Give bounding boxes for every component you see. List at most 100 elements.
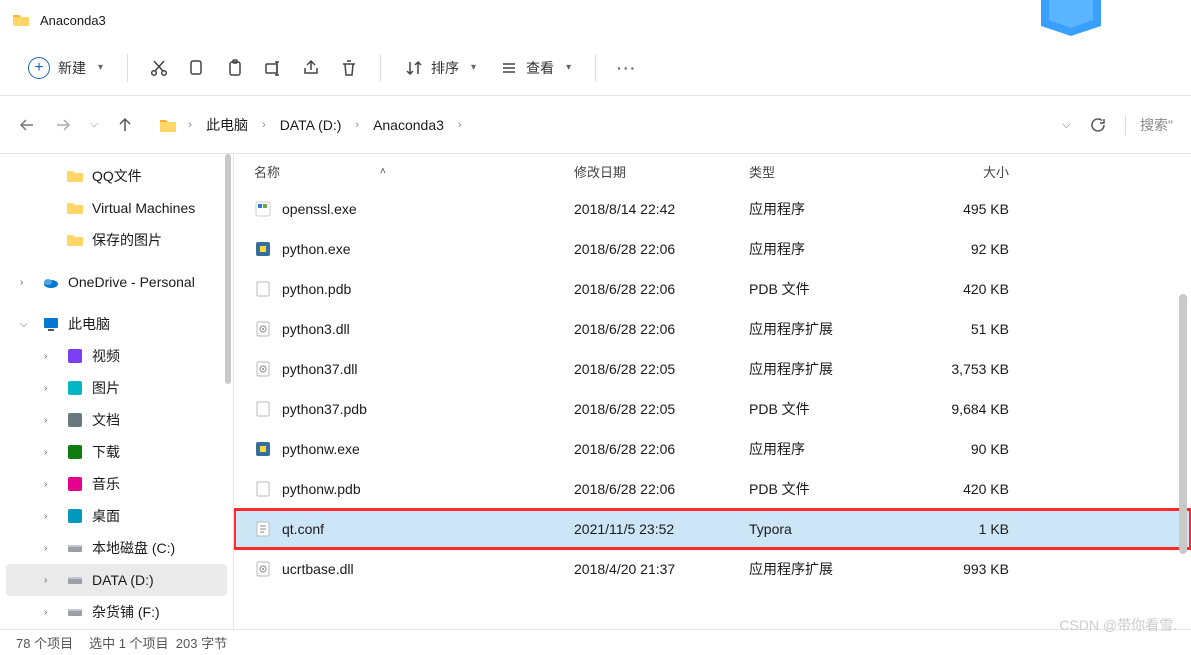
expand-icon[interactable]: › xyxy=(44,351,58,362)
selection-count: 选中 1 个项目 203 字节 xyxy=(89,633,227,652)
sidebar-item[interactable]: › 文档 xyxy=(0,404,233,436)
file-type: PDB 文件 xyxy=(749,399,909,419)
file-icon xyxy=(254,520,272,538)
file-type: PDB 文件 xyxy=(749,479,909,499)
sidebar-item[interactable]: ⌵此电脑 xyxy=(0,308,233,340)
col-date[interactable]: 修改日期 xyxy=(574,162,749,181)
folder-icon xyxy=(158,115,178,135)
expand-icon[interactable]: › xyxy=(44,511,58,522)
file-date: 2018/6/28 22:06 xyxy=(574,321,749,337)
forward-button[interactable] xyxy=(54,116,72,134)
view-button[interactable]: 查看 ▾ xyxy=(490,52,581,84)
expand-icon[interactable]: › xyxy=(44,479,58,490)
table-row[interactable]: python.pdb2018/6/28 22:06PDB 文件420 KB xyxy=(234,269,1191,309)
expand-icon[interactable]: › xyxy=(44,575,58,586)
column-header[interactable]: 名称˄ 修改日期 类型 大小 xyxy=(234,154,1191,189)
file-type: 应用程序 xyxy=(749,239,909,259)
file-icon xyxy=(254,320,272,338)
delete-icon[interactable] xyxy=(332,51,366,85)
file-size: 420 KB xyxy=(909,281,1009,297)
col-name[interactable]: 名称 xyxy=(254,162,280,181)
breadcrumb-item[interactable]: Anaconda3 xyxy=(369,115,448,135)
file-type: 应用程序扩展 xyxy=(749,359,909,379)
sidebar-item[interactable]: › 下载 xyxy=(0,436,233,468)
chevron-right-icon: › xyxy=(355,119,359,131)
table-row[interactable]: python37.dll2018/6/28 22:05应用程序扩展3,753 K… xyxy=(234,349,1191,389)
refresh-button[interactable] xyxy=(1089,116,1107,134)
sidebar-item[interactable]: ›桌面 xyxy=(0,500,233,532)
new-button[interactable]: + 新建 ▾ xyxy=(18,51,113,85)
sidebar-label: QQ文件 xyxy=(92,166,142,186)
paste-icon[interactable] xyxy=(218,51,252,85)
more-icon[interactable]: ··· xyxy=(610,51,644,85)
table-row[interactable]: pythonw.exe2018/6/28 22:06应用程序90 KB xyxy=(234,429,1191,469)
cut-icon[interactable] xyxy=(142,51,176,85)
content-scrollbar[interactable] xyxy=(1179,154,1187,629)
expand-icon[interactable]: › xyxy=(44,447,58,458)
sidebar-item[interactable]: ›图片 xyxy=(0,372,233,404)
chevron-right-icon: › xyxy=(188,119,192,131)
breadcrumb-item[interactable]: DATA (D:) xyxy=(276,115,346,135)
share-icon[interactable] xyxy=(294,51,328,85)
sidebar-item[interactable]: ›OneDrive - Personal xyxy=(0,266,233,298)
watermark: CSDN @带你看雪. xyxy=(1059,615,1177,635)
toolbar: + 新建 ▾ 排序 ▾ 查看 ▾ ··· xyxy=(0,40,1191,96)
file-size: 1 KB xyxy=(909,521,1009,537)
sidebar-label: 文档 xyxy=(92,410,120,430)
back-button[interactable] xyxy=(18,116,36,134)
breadcrumb-item[interactable]: 此电脑 xyxy=(202,113,252,137)
file-date: 2018/8/14 22:42 xyxy=(574,201,749,217)
sidebar-label: Virtual Machines xyxy=(92,200,195,216)
sidebar-item[interactable]: Virtual Machines xyxy=(0,192,233,224)
sidebar-item[interactable]: QQ文件 xyxy=(0,160,233,192)
table-row[interactable]: pythonw.pdb2018/6/28 22:06PDB 文件420 KB xyxy=(234,469,1191,509)
file-name: python37.dll xyxy=(282,361,358,377)
expand-icon[interactable]: › xyxy=(44,415,58,426)
col-type[interactable]: 类型 xyxy=(749,162,909,181)
sidebar-label: 保存的图片 xyxy=(92,230,162,250)
file-name: python3.dll xyxy=(282,321,350,337)
file-date: 2018/6/28 22:06 xyxy=(574,441,749,457)
expand-icon[interactable]: ⌵ xyxy=(20,319,34,330)
breadcrumb[interactable]: › 此电脑 › DATA (D:) › Anaconda3 › xyxy=(148,107,1048,143)
table-row[interactable]: python3.dll2018/6/28 22:06应用程序扩展51 KB xyxy=(234,309,1191,349)
window-title: Anaconda3 xyxy=(40,13,106,28)
sidebar-item[interactable]: ›音乐 xyxy=(0,468,233,500)
view-icon xyxy=(500,59,518,77)
sort-button[interactable]: 排序 ▾ xyxy=(395,52,486,84)
sidebar-item[interactable]: 保存的图片 xyxy=(0,224,233,256)
sidebar-item[interactable]: ›杂货铺 (F:) xyxy=(0,596,233,628)
file-name: pythonw.pdb xyxy=(282,481,361,497)
col-size[interactable]: 大小 xyxy=(909,162,1009,181)
table-row[interactable]: qt.conf2021/11/5 23:52Typora1 KB xyxy=(234,509,1191,549)
table-row[interactable]: python.exe2018/6/28 22:06应用程序92 KB xyxy=(234,229,1191,269)
rename-icon[interactable] xyxy=(256,51,290,85)
address-chevron-icon[interactable]: ⌵ xyxy=(1062,117,1071,132)
disk-icon xyxy=(66,539,84,557)
sidebar-label: 下载 xyxy=(92,442,120,462)
table-row[interactable]: openssl.exe2018/8/14 22:42应用程序495 KB xyxy=(234,189,1191,229)
copy-icon[interactable] xyxy=(180,51,214,85)
sidebar-item[interactable]: ›本地磁盘 (C:) xyxy=(0,532,233,564)
file-date: 2018/6/28 22:05 xyxy=(574,401,749,417)
expand-icon[interactable]: › xyxy=(44,543,58,554)
file-size: 90 KB xyxy=(909,441,1009,457)
sidebar-item[interactable]: ›DATA (D:) xyxy=(6,564,227,596)
up-button[interactable] xyxy=(116,116,134,134)
sidebar-item[interactable]: ›视频 xyxy=(0,340,233,372)
file-date: 2018/6/28 22:06 xyxy=(574,241,749,257)
sidebar-scrollbar[interactable] xyxy=(225,154,231,629)
address-bar: ⌵ › 此电脑 › DATA (D:) › Anaconda3 › ⌵ 搜索" xyxy=(0,96,1191,154)
history-chevron-icon[interactable]: ⌵ xyxy=(90,118,98,131)
expand-icon[interactable]: › xyxy=(44,607,58,618)
expand-icon[interactable]: › xyxy=(44,383,58,394)
video-icon xyxy=(66,347,84,365)
chevron-down-icon: ▾ xyxy=(566,62,571,73)
file-icon xyxy=(254,560,272,578)
table-row[interactable]: python37.pdb2018/6/28 22:05PDB 文件9,684 K… xyxy=(234,389,1191,429)
expand-icon[interactable]: › xyxy=(20,277,34,288)
file-date: 2021/11/5 23:52 xyxy=(574,521,749,537)
file-name: python.pdb xyxy=(282,281,351,297)
search-input[interactable]: 搜索" xyxy=(1125,115,1173,135)
table-row[interactable]: ucrtbase.dll2018/4/20 21:37应用程序扩展993 KB xyxy=(234,549,1191,589)
